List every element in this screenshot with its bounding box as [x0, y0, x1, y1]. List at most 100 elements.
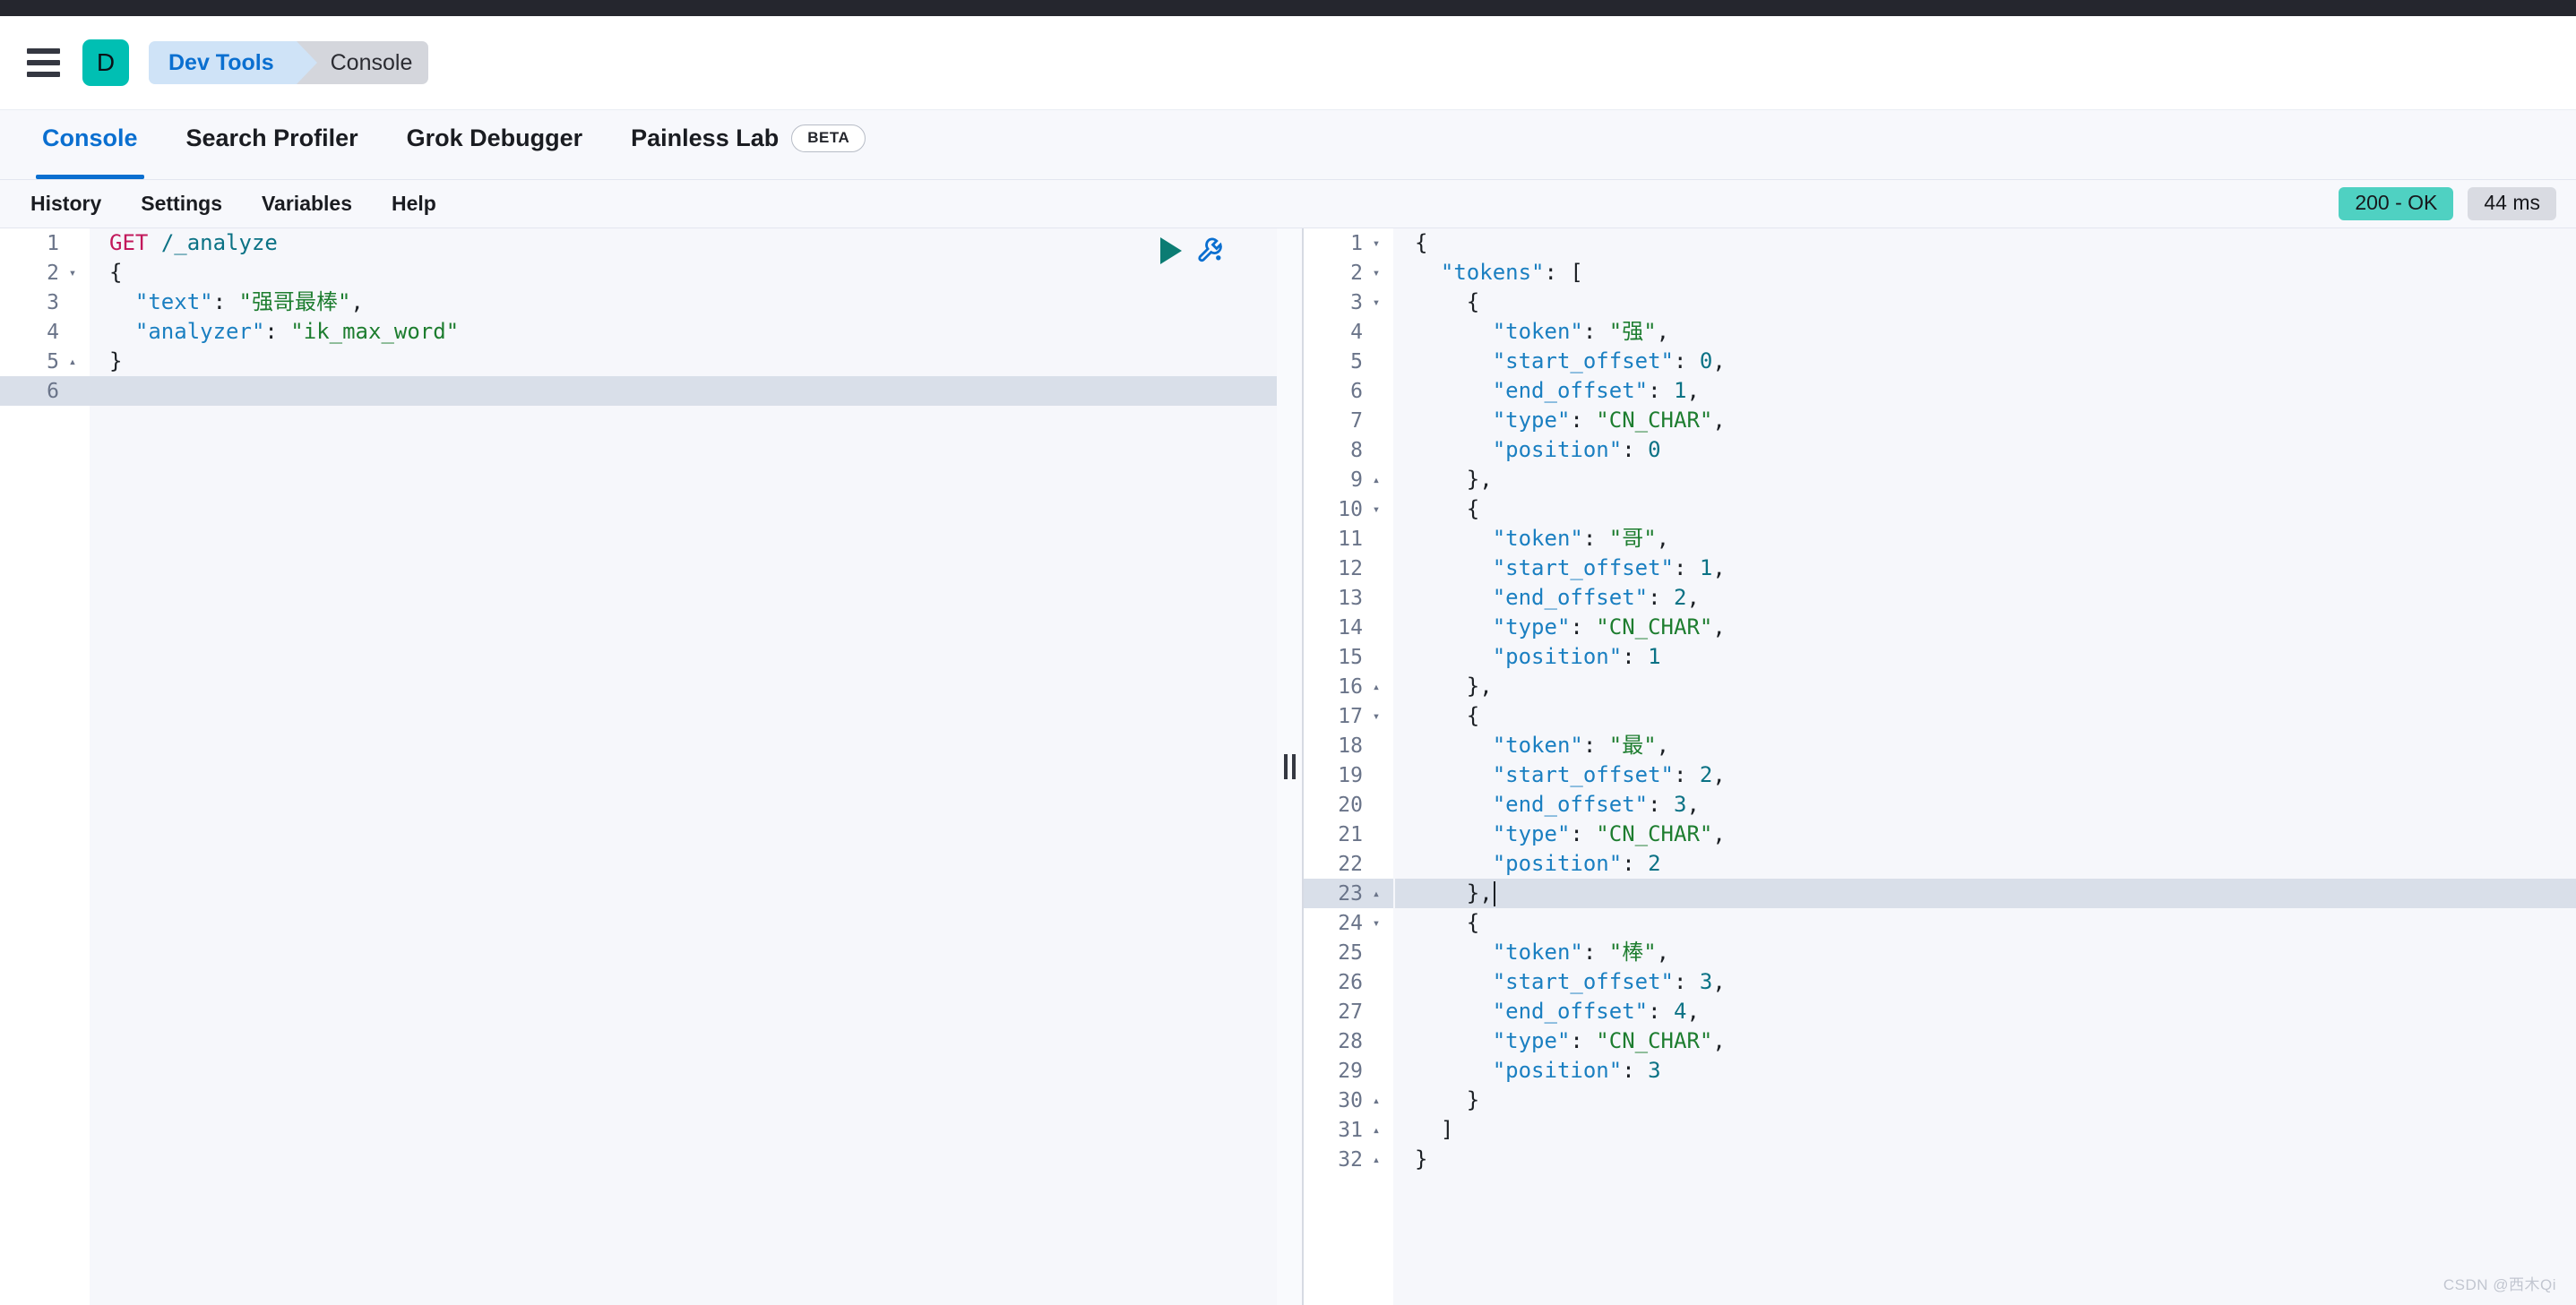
fold-down-icon[interactable]: ▾ [1366, 502, 1386, 517]
tab-label: Search Profiler [185, 124, 358, 151]
line-number-label: 30 [1338, 1088, 1363, 1112]
code-token: } [1415, 1087, 1480, 1112]
line-number-label: 5 [47, 349, 59, 373]
code-token: { [1415, 703, 1480, 728]
fold-down-icon[interactable]: ▾ [1366, 709, 1386, 724]
line-number-label: 13 [1338, 586, 1363, 610]
code-line: "end_offset": 1, [1415, 376, 2576, 406]
code-token: "哥" [1608, 526, 1657, 551]
code-token: : [264, 319, 291, 344]
toolbar-history[interactable]: History [18, 193, 121, 214]
fold-down-icon[interactable]: ▾ [1366, 916, 1386, 931]
code-token: : [1648, 585, 1674, 610]
code-token: , [350, 289, 364, 314]
code-token: 0 [1699, 348, 1713, 373]
line-number: 28▾ [1304, 1026, 1393, 1056]
line-number-label: 2 [47, 261, 59, 285]
code-line: "start_offset": 2, [1415, 760, 2576, 790]
code-token: ] [1415, 1117, 1454, 1142]
toolbar-label: Settings [141, 192, 222, 215]
code-token: 0 [1648, 437, 1661, 462]
tab-painless-lab[interactable]: Painless Lab BETA [607, 110, 890, 179]
fold-down-icon[interactable]: ▾ [1366, 236, 1386, 251]
fold-up-icon[interactable]: ▴ [63, 355, 82, 369]
line-number: 1▾ [0, 228, 90, 258]
code-token: "token" [1415, 940, 1583, 965]
response-line-number-gutter[interactable]: 1▾2▾3▾4▾5▾6▾7▾8▾9▴10▾11▾12▾13▾14▾15▾16▴1… [1304, 228, 1393, 1305]
request-editor-pane[interactable]: 1▾2▾3▾4▾5▴6▾ GET /_analyze{ "text": "强哥最… [0, 228, 1277, 1305]
fold-down-icon[interactable]: ▾ [63, 266, 82, 280]
response-status-group: 200 - OK 44 ms [2339, 187, 2556, 220]
line-number: 23 ▴ [1304, 879, 1393, 908]
grip-bar [1283, 754, 1288, 779]
code-token: 3 [1648, 1058, 1661, 1083]
tab-console[interactable]: Console [18, 110, 162, 179]
code-token: , [1712, 348, 1726, 373]
line-number: 26▾ [1304, 967, 1393, 997]
code-token: { [1415, 496, 1480, 521]
request-line-number-gutter[interactable]: 1▾2▾3▾4▾5▴6▾ [0, 228, 90, 1305]
code-token: : [1622, 1058, 1649, 1083]
code-token: , [1656, 319, 1670, 344]
request-code-area[interactable]: GET /_analyze{ "text": "强哥最棒", "analyzer… [90, 228, 1277, 1305]
fold-up-icon[interactable]: ▴ [1366, 1094, 1386, 1108]
code-token: }, [1415, 674, 1493, 699]
space-avatar[interactable]: D [82, 39, 129, 86]
toolbar-settings[interactable]: Settings [121, 193, 242, 214]
tab-grok-debugger[interactable]: Grok Debugger [383, 110, 607, 179]
code-token: : [1673, 969, 1700, 994]
breadcrumb-item-dev-tools[interactable]: Dev Tools [149, 41, 317, 84]
tab-label: Console [42, 124, 138, 151]
code-line: { [1415, 494, 2576, 524]
fold-up-icon[interactable]: ▴ [1366, 680, 1386, 694]
line-number-label: 20 [1338, 793, 1363, 817]
line-number-label: 25 [1338, 940, 1363, 965]
line-number-label: 12 [1338, 556, 1363, 580]
line-number-label: 5 [1350, 349, 1363, 373]
beta-badge: BETA [791, 124, 866, 152]
line-number-label: 14 [1338, 615, 1363, 640]
code-token: "最" [1608, 733, 1657, 758]
fold-up-icon[interactable]: ▴ [1366, 887, 1386, 901]
console-toolbar: History Settings Variables Help 200 - OK… [0, 180, 2576, 228]
code-token: 2 [1648, 851, 1661, 876]
code-line: "token": "哥", [1415, 524, 2576, 554]
toolbar-help[interactable]: Help [372, 193, 456, 214]
line-number-label: 15 [1338, 645, 1363, 669]
code-token: : [1582, 733, 1609, 758]
fold-down-icon[interactable]: ▾ [1366, 266, 1386, 280]
hamburger-icon[interactable] [27, 45, 63, 81]
code-token: 3 [1674, 792, 1687, 817]
code-token: : [ [1544, 260, 1583, 285]
response-editor-pane[interactable]: 1▾2▾3▾4▾5▾6▾7▾8▾9▴10▾11▾12▾13▾14▾15▾16▴1… [1304, 228, 2576, 1305]
code-line: "end_offset": 4, [1415, 997, 2576, 1026]
code-token: : [1648, 999, 1674, 1024]
code-token: : [1582, 319, 1609, 344]
code-line: "end_offset": 3, [1415, 790, 2576, 820]
fold-up-icon[interactable]: ▴ [1366, 1153, 1386, 1167]
wrench-icon[interactable] [1196, 236, 1227, 266]
line-number-label: 19 [1338, 763, 1363, 787]
code-token: "end_offset" [1415, 585, 1649, 610]
code-line: "start_offset": 3, [1415, 967, 2576, 997]
pane-splitter[interactable] [1277, 228, 1304, 1305]
line-number-label: 24 [1338, 911, 1363, 935]
fold-up-icon[interactable]: ▴ [1366, 473, 1386, 487]
code-token: 4 [1674, 999, 1687, 1024]
fold-up-icon[interactable]: ▴ [1366, 1123, 1386, 1138]
code-line: { [109, 258, 1277, 288]
line-number-label: 4 [1350, 320, 1363, 344]
code-line: } [1415, 1145, 2576, 1174]
response-code-area[interactable]: { "tokens": [ { "token": "强", "start_off… [1393, 228, 2576, 1305]
code-token: "CN_CHAR" [1596, 821, 1713, 846]
tab-search-profiler[interactable]: Search Profiler [162, 110, 383, 179]
line-number-label: 22 [1338, 852, 1363, 876]
code-token: : [1570, 408, 1597, 433]
code-token: "position" [1415, 1058, 1623, 1083]
code-token: , [1686, 999, 1700, 1024]
play-icon[interactable] [1160, 237, 1182, 264]
toolbar-variables[interactable]: Variables [242, 193, 372, 214]
code-token: , [1712, 408, 1726, 433]
line-number-label: 29 [1338, 1059, 1363, 1083]
fold-down-icon[interactable]: ▾ [1366, 296, 1386, 310]
